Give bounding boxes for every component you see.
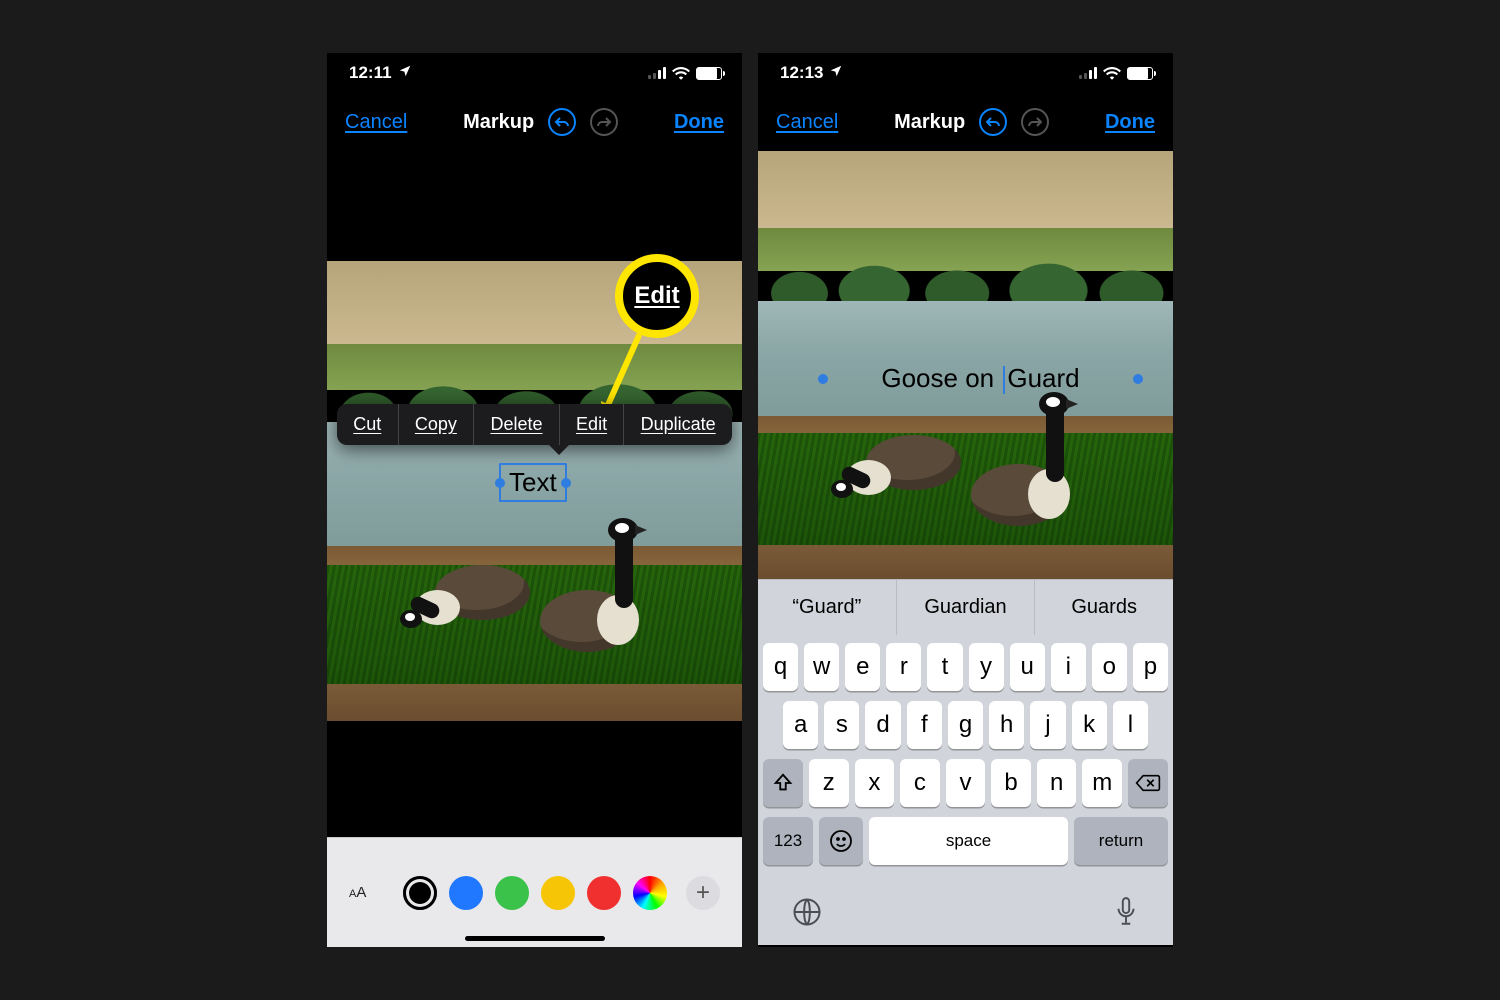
key-n[interactable]: n <box>1037 759 1077 807</box>
color-picker[interactable] <box>633 876 667 910</box>
key-b[interactable]: b <box>991 759 1031 807</box>
key-q[interactable]: q <box>763 643 798 691</box>
status-time: 12:13 <box>780 63 823 83</box>
key-l[interactable]: l <box>1113 701 1148 749</box>
backspace-key[interactable] <box>1128 759 1168 807</box>
key-r[interactable]: r <box>886 643 921 691</box>
return-key[interactable]: return <box>1074 817 1168 865</box>
battery-icon <box>1127 67 1153 80</box>
page-title: Markup <box>894 111 965 134</box>
text-annotation-selected[interactable]: Text <box>499 463 567 502</box>
undo-button[interactable] <box>548 108 576 136</box>
key-v[interactable]: v <box>946 759 986 807</box>
key-a[interactable]: a <box>783 701 818 749</box>
cancel-button[interactable]: Cancel <box>776 111 838 134</box>
key-row-2: asdfghjkl <box>763 701 1168 749</box>
markup-toolbar: AA + <box>327 837 742 947</box>
annotation-magnifier: Edit <box>615 254 699 338</box>
redo-button[interactable] <box>590 108 618 136</box>
emoji-key[interactable] <box>819 817 863 865</box>
status-bar: 12:11 <box>327 53 742 93</box>
context-menu-delete[interactable]: Delete <box>474 404 560 445</box>
context-menu-duplicate[interactable]: Duplicate <box>624 404 732 445</box>
key-c[interactable]: c <box>900 759 940 807</box>
cellular-signal-icon <box>1079 67 1097 79</box>
location-icon <box>829 63 843 83</box>
key-k[interactable]: k <box>1072 701 1107 749</box>
context-menu-edit[interactable]: Edit <box>560 404 625 445</box>
color-green[interactable] <box>495 876 529 910</box>
key-row-4: 123 space return <box>763 817 1168 865</box>
numbers-key[interactable]: 123 <box>763 817 813 865</box>
key-g[interactable]: g <box>948 701 983 749</box>
markup-canvas[interactable]: Edit Cut Copy Delete Edit Duplicate Text <box>327 151 742 837</box>
space-key[interactable]: space <box>869 817 1068 865</box>
context-menu: Cut Copy Delete Edit Duplicate <box>337 404 732 445</box>
color-yellow[interactable] <box>541 876 575 910</box>
nav-bar: Cancel Markup Done <box>758 93 1173 151</box>
globe-icon[interactable] <box>792 897 822 927</box>
done-button[interactable]: Done <box>1105 111 1155 134</box>
wifi-icon <box>672 66 690 80</box>
key-s[interactable]: s <box>824 701 859 749</box>
home-indicator[interactable] <box>465 936 605 941</box>
key-t[interactable]: t <box>927 643 962 691</box>
redo-button[interactable] <box>1021 108 1049 136</box>
key-j[interactable]: j <box>1030 701 1065 749</box>
text-annotation-value: Goose on Guard <box>828 363 1133 394</box>
key-p[interactable]: p <box>1133 643 1168 691</box>
key-row-3: zxcvbnm <box>763 759 1168 807</box>
color-red[interactable] <box>587 876 621 910</box>
key-h[interactable]: h <box>989 701 1024 749</box>
color-black[interactable] <box>403 876 437 910</box>
text-annotation-editing[interactable]: Goose on Guard <box>818 363 1143 394</box>
color-blue[interactable] <box>449 876 483 910</box>
prediction-2[interactable]: Guardian <box>897 580 1036 635</box>
key-i[interactable]: i <box>1051 643 1086 691</box>
cancel-button[interactable]: Cancel <box>345 111 407 134</box>
keyboard-footer <box>758 879 1173 945</box>
key-e[interactable]: e <box>845 643 880 691</box>
keyboard: qwertyuiop asdfghjkl zxcvbnm 123 space r… <box>758 635 1173 879</box>
undo-button[interactable] <box>979 108 1007 136</box>
text-style-button[interactable]: AA <box>349 884 366 901</box>
prediction-3[interactable]: Guards <box>1035 580 1173 635</box>
key-x[interactable]: x <box>855 759 895 807</box>
goose-standing <box>535 500 655 670</box>
shift-key[interactable] <box>763 759 803 807</box>
key-m[interactable]: m <box>1082 759 1122 807</box>
add-annotation-button[interactable]: + <box>686 876 720 910</box>
key-w[interactable]: w <box>804 643 839 691</box>
done-button[interactable]: Done <box>674 111 724 134</box>
key-row-1: qwertyuiop <box>763 643 1168 691</box>
wifi-icon <box>1103 66 1121 80</box>
markup-canvas[interactable]: Goose on Guard <box>758 151 1173 579</box>
location-icon <box>398 63 412 83</box>
key-y[interactable]: y <box>969 643 1004 691</box>
page-title: Markup <box>463 111 534 134</box>
key-o[interactable]: o <box>1092 643 1127 691</box>
key-f[interactable]: f <box>907 701 942 749</box>
prediction-bar: “Guard” Guardian Guards <box>758 579 1173 635</box>
key-d[interactable]: d <box>865 701 900 749</box>
key-z[interactable]: z <box>809 759 849 807</box>
goose-grazing <box>841 425 971 515</box>
text-annotation-value: Text <box>509 467 557 498</box>
phone-left: 12:11 Cancel Markup <box>327 53 742 947</box>
battery-icon <box>696 67 722 80</box>
key-u[interactable]: u <box>1010 643 1045 691</box>
nav-bar: Cancel Markup Done <box>327 93 742 151</box>
goose-standing <box>966 374 1086 544</box>
cellular-signal-icon <box>648 67 666 79</box>
phone-right: 12:13 Cancel Markup <box>758 53 1173 947</box>
prediction-1[interactable]: “Guard” <box>758 580 897 635</box>
goose-grazing <box>410 555 540 645</box>
context-menu-cut[interactable]: Cut <box>337 404 399 445</box>
status-bar: 12:13 <box>758 53 1173 93</box>
context-menu-copy[interactable]: Copy <box>399 404 475 445</box>
status-time: 12:11 <box>349 63 392 83</box>
dictation-icon[interactable] <box>1113 896 1139 928</box>
